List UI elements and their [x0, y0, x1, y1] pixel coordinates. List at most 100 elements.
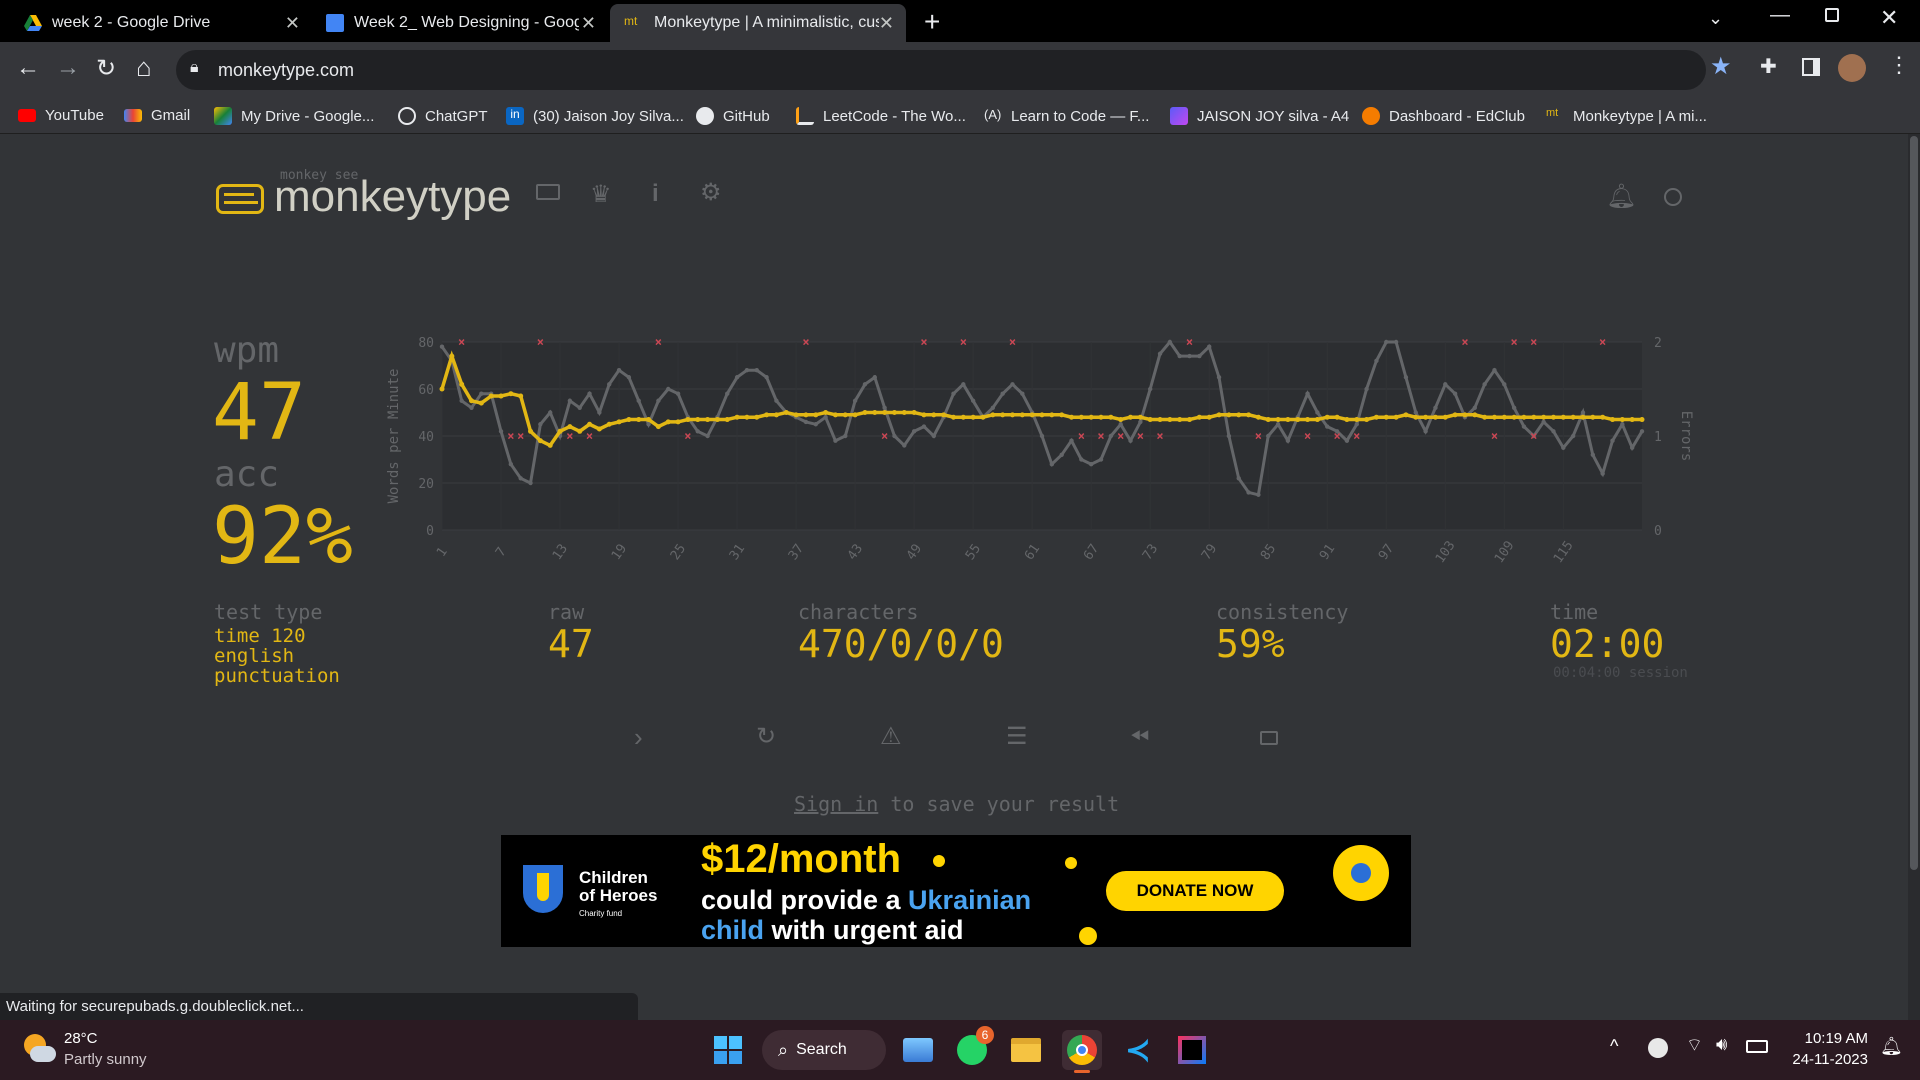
- close-tab-icon[interactable]: ✕: [285, 13, 300, 34]
- logo-text[interactable]: monkeytype: [274, 172, 511, 222]
- clock-date[interactable]: 24-11-2023: [1786, 1051, 1868, 1068]
- wpm-point: [665, 419, 671, 425]
- home-icon[interactable]: ⌂: [136, 52, 152, 83]
- tab-google-docs[interactable]: Week 2_ Web Designing - Goog ✕: [312, 4, 608, 42]
- bookmark-label: Dashboard - EdClub: [1389, 107, 1525, 125]
- replay-rewind-icon[interactable]: ⏪︎: [1130, 724, 1149, 752]
- settings-gear-icon[interactable]: ⚙: [700, 178, 722, 207]
- extensions-icon[interactable]: ✚: [1760, 54, 1777, 79]
- bookmark-gmail[interactable]: Gmail: [124, 107, 190, 124]
- account-user-icon[interactable]: [1664, 188, 1682, 206]
- bookmark-star-icon[interactable]: ★: [1710, 52, 1732, 81]
- wifi-icon[interactable]: ⌔: [1686, 1034, 1703, 1057]
- clock-time[interactable]: 10:19 AM: [1786, 1030, 1868, 1047]
- sign-in-link[interactable]: Sign in: [794, 792, 878, 816]
- vscode-icon[interactable]: ≺: [1118, 1030, 1158, 1070]
- raw-point: [626, 375, 632, 380]
- bookmark-linkedin[interactable]: in (30) Jaison Joy Silva...: [506, 107, 684, 125]
- bookmark-jaison-a4[interactable]: JAISON JOY silva - A4: [1170, 107, 1349, 125]
- bookmark-edclub[interactable]: Dashboard - EdClub: [1362, 107, 1525, 125]
- wpm-point: [1088, 414, 1094, 420]
- scrollbar-thumb[interactable]: [1910, 136, 1918, 870]
- raw-point: [961, 382, 966, 387]
- wpm-point: [1550, 414, 1556, 420]
- bookmark-my-drive[interactable]: My Drive - Google...: [214, 107, 374, 125]
- bookmark-youtube[interactable]: YouTube: [18, 107, 104, 124]
- volume-icon[interactable]: 🔊︎: [1716, 1034, 1727, 1055]
- address-bar[interactable]: 🔒︎ monkeytype.com: [176, 50, 1706, 90]
- keyboard-icon[interactable]: [536, 184, 560, 200]
- weather-partly-sunny-icon[interactable]: [20, 1032, 56, 1066]
- back-arrow-icon[interactable]: ←: [16, 54, 40, 82]
- tab-search-chevron-icon[interactable]: ⌄: [1708, 8, 1723, 29]
- word-history-icon[interactable]: ☰: [1006, 722, 1028, 751]
- notification-center-bell-icon[interactable]: 🔔︎: [1880, 1036, 1903, 1057]
- wpm-point: [1629, 417, 1635, 423]
- next-test-chevron-icon[interactable]: ›: [634, 722, 643, 753]
- search-label: Search: [796, 1041, 847, 1058]
- raw-point: [705, 433, 710, 439]
- ad-price: $12/month: [701, 837, 902, 881]
- bookmark-freecodecamp[interactable]: (A) Learn to Code — F...: [984, 107, 1149, 125]
- restart-icon[interactable]: ↻: [756, 722, 776, 751]
- bookmark-label: Learn to Code — F...: [1011, 107, 1150, 125]
- screenshot-image-icon[interactable]: [1260, 731, 1278, 745]
- wpm-point: [803, 412, 809, 418]
- raw-point: [1413, 410, 1418, 415]
- tab-google-drive[interactable]: week 2 - Google Drive ✕: [10, 4, 312, 42]
- bookmark-chatgpt[interactable]: ChatGPT: [398, 107, 488, 125]
- wpm-point: [1029, 412, 1035, 418]
- side-panel-icon[interactable]: [1802, 58, 1820, 76]
- file-explorer-icon[interactable]: [1006, 1030, 1046, 1070]
- wpm-point: [1019, 412, 1025, 418]
- restore-button[interactable]: [1825, 8, 1839, 22]
- raw-point: [1236, 476, 1241, 481]
- bookmark-github[interactable]: GitHub: [696, 107, 770, 125]
- x-tick-label: 19: [609, 542, 630, 563]
- leetcode-icon: [796, 107, 814, 125]
- reload-icon[interactable]: ↻: [96, 54, 116, 83]
- bookmark-leetcode[interactable]: LeetCode - The Wo...: [796, 107, 966, 125]
- raw-point: [597, 410, 602, 415]
- battery-icon[interactable]: [1746, 1040, 1768, 1053]
- menu-dots-icon[interactable]: ⋮: [1888, 52, 1910, 78]
- raw-point: [813, 422, 818, 427]
- minimize-button[interactable]: —: [1770, 4, 1790, 27]
- close-tab-icon[interactable]: ✕: [879, 13, 894, 34]
- weather-temp[interactable]: 28°C: [64, 1030, 98, 1047]
- info-icon[interactable]: i: [652, 180, 659, 208]
- forward-arrow-icon[interactable]: →: [56, 54, 80, 82]
- x-tick-label: 79: [1199, 542, 1220, 563]
- tray-app-icon[interactable]: [1648, 1038, 1668, 1058]
- wpm-point: [1354, 417, 1360, 423]
- windows-start-icon[interactable]: [708, 1030, 748, 1070]
- bookmark-monkeytype[interactable]: mt Monkeytype | A mi...: [1546, 107, 1707, 125]
- raw-point: [1344, 438, 1350, 443]
- raw-point: [1393, 339, 1399, 345]
- github-icon: [696, 107, 714, 125]
- close-window-button[interactable]: ✕: [1880, 5, 1898, 31]
- taskbar-search-box[interactable]: ⌕ Search: [762, 1030, 886, 1070]
- raw-point: [1020, 391, 1025, 396]
- raw-point: [538, 422, 543, 427]
- notification-bell-icon[interactable]: 🔔︎: [1606, 182, 1636, 211]
- profile-avatar[interactable]: [1838, 54, 1866, 82]
- tab-monkeytype[interactable]: mt Monkeytype | A minimalistic, cus ✕: [610, 4, 906, 42]
- ad-banner[interactable]: Children of Heroes Charity fund $12/mont…: [501, 835, 1411, 947]
- raw-point: [1108, 433, 1114, 439]
- show-hidden-icons-chevron-icon[interactable]: ^: [1610, 1036, 1618, 1057]
- intellij-icon[interactable]: [1172, 1030, 1212, 1070]
- chrome-taskbar-icon[interactable]: [1062, 1030, 1102, 1073]
- new-tab-button[interactable]: +: [924, 6, 940, 38]
- weather-condition[interactable]: Partly sunny: [64, 1051, 147, 1068]
- close-tab-icon[interactable]: ✕: [581, 13, 596, 34]
- photos-app-icon[interactable]: [898, 1030, 938, 1070]
- crown-icon[interactable]: ♛: [590, 180, 612, 209]
- page-scrollbar[interactable]: [1908, 134, 1920, 1020]
- monkeytype-logo-icon[interactable]: [216, 184, 264, 214]
- warning-icon[interactable]: ⚠: [880, 722, 902, 751]
- donate-now-button[interactable]: DONATE NOW: [1106, 871, 1284, 911]
- wpm-point: [478, 400, 484, 406]
- wpm-point: [1118, 417, 1124, 423]
- whatsapp-icon[interactable]: 6: [952, 1026, 994, 1070]
